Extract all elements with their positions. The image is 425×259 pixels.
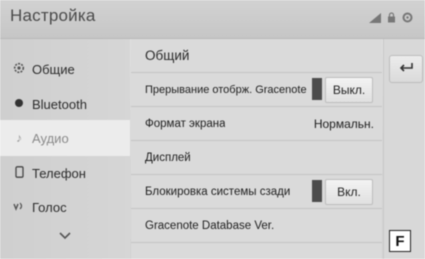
callout-label: F	[389, 230, 411, 252]
sidebar-item-general[interactable]: Общие	[0, 51, 130, 87]
setting-row-gracenote-popup[interactable]: Прерывание отобрж. Gracenote Выкл.	[131, 73, 382, 107]
setting-value: Нормальн.	[313, 116, 374, 131]
toggle-indicator	[312, 180, 322, 202]
setting-label: Блокировка системы сзади	[145, 185, 291, 198]
signal-icon	[369, 12, 381, 26]
sidebar-item-label: Голос	[32, 199, 67, 215]
toggle-button[interactable]: Вкл.	[325, 179, 373, 205]
toggle-indicator	[312, 78, 322, 100]
sidebar-item-bluetooth[interactable]: Bluetooth	[0, 86, 130, 122]
sidebar-item-phone[interactable]: Телефон	[0, 155, 130, 191]
setting-row-rear-lock[interactable]: Блокировка системы сзади Вкл.	[131, 175, 382, 209]
sidebar-item-voice[interactable]: Голос	[0, 189, 130, 225]
sidebar: Общие Bluetooth ♪ Аудио Телефон Голос	[0, 39, 130, 259]
back-arrow-icon	[398, 60, 414, 78]
sidebar-item-label: Телефон	[32, 165, 86, 181]
setting-row-gracenote-db[interactable]: Gracenote Database Ver.	[131, 209, 382, 243]
settings-list: Общий Прерывание отобрж. Gracenote Выкл.…	[131, 39, 382, 259]
section-header: Общий	[131, 39, 382, 73]
setting-row-screen-format[interactable]: Формат экрана Нормальн.	[131, 107, 382, 141]
section-title: Общий	[145, 48, 190, 63]
setting-row-display[interactable]: Дисплей	[131, 141, 382, 175]
settings-icon	[402, 12, 413, 26]
music-note-icon: ♪	[16, 131, 22, 145]
gear-icon	[10, 62, 28, 77]
settings-screen: Настройка Общие Bluetooth ♪ Аудио Телефо…	[0, 0, 425, 259]
bluetooth-icon	[10, 97, 28, 112]
voice-icon	[10, 200, 28, 215]
right-bar	[383, 39, 425, 259]
setting-label: Формат экрана	[145, 117, 226, 130]
status-icons	[369, 12, 413, 26]
setting-label: Gracenote Database Ver.	[145, 219, 275, 232]
chevron-down-icon[interactable]	[58, 229, 72, 243]
sidebar-item-audio[interactable]: ♪ Аудио	[0, 120, 130, 156]
sidebar-item-label: Bluetooth	[32, 96, 87, 112]
setting-label: Дисплей	[145, 151, 191, 164]
lock-icon	[387, 12, 396, 26]
phone-icon	[10, 165, 28, 181]
sidebar-item-label: Общие	[32, 61, 75, 77]
sidebar-item-label: Аудио	[32, 130, 69, 146]
status-bar: Настройка	[0, 0, 425, 39]
setting-label: Прерывание отобрж. Gracenote	[145, 83, 307, 96]
page-title: Настройка	[10, 6, 96, 25]
back-button[interactable]	[389, 55, 423, 83]
toggle-button[interactable]: Выкл.	[325, 77, 373, 103]
